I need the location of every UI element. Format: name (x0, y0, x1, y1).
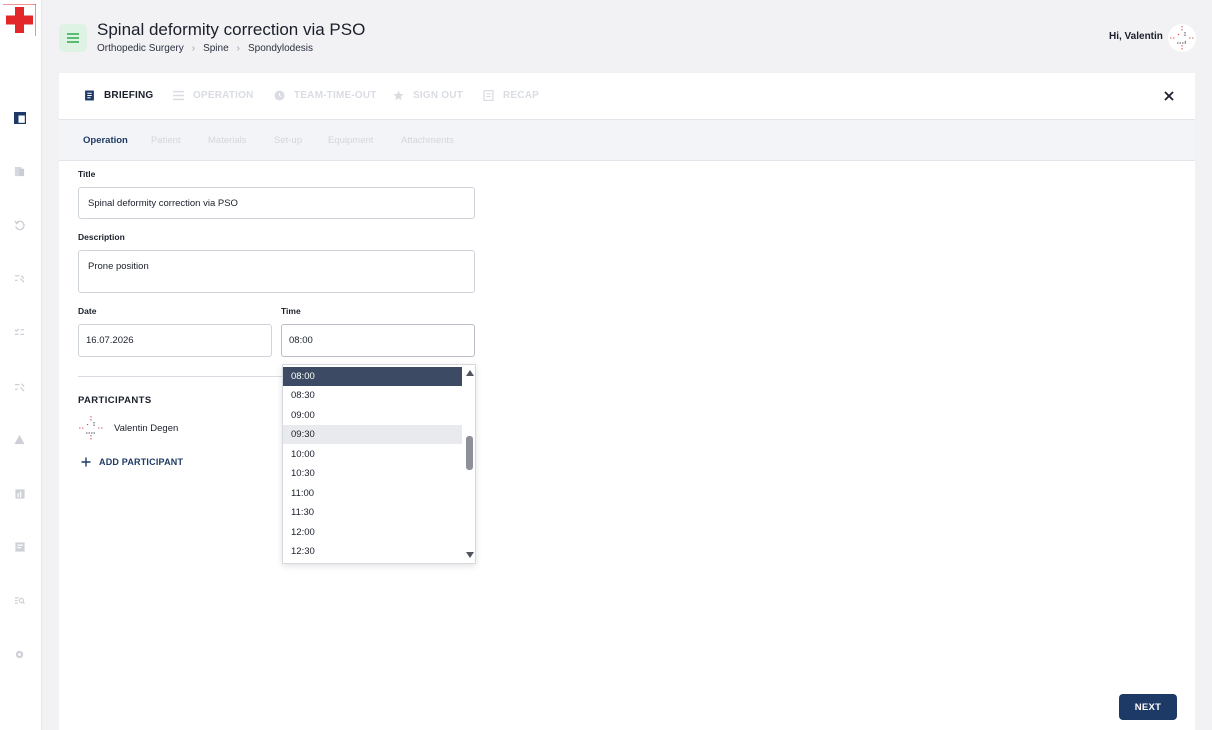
breadcrumb-item[interactable]: Spondylodesis (248, 43, 313, 54)
title-label: Title (78, 169, 96, 179)
date-field[interactable]: 16.07.2026 (78, 324, 272, 357)
search-list-icon[interactable] (13, 594, 26, 607)
page-title: Spinal deformity correction via PSO (97, 20, 366, 39)
star-icon (393, 90, 404, 101)
timeout-icon (274, 90, 285, 101)
phase-label: TEAM-TIME-OUT (294, 90, 377, 101)
time-option[interactable]: 09:00 (283, 406, 462, 425)
settings-icon[interactable] (13, 648, 26, 661)
phase-label: SIGN OUT (413, 90, 463, 101)
time-option[interactable]: 10:00 (283, 445, 462, 464)
time-option[interactable]: 11:00 (283, 484, 462, 503)
breadcrumb-item[interactable]: Spine (203, 43, 229, 54)
phase-label: RECAP (503, 90, 540, 101)
scroll-down-icon[interactable] (465, 551, 475, 559)
tab-attachments[interactable]: Attachments (401, 135, 454, 146)
phase-label: BRIEFING (104, 90, 154, 101)
add-participant-button[interactable]: ADD PARTICIPANT (81, 457, 183, 467)
operation-icon (173, 90, 184, 101)
chevron-right-icon: › (236, 43, 240, 54)
tab-operation[interactable]: Operation (83, 135, 128, 146)
warning-icon[interactable] (13, 433, 26, 446)
time-option[interactable]: 08:30 (283, 386, 462, 405)
plus-icon (81, 457, 91, 467)
participant-name: Valentin Degen (114, 422, 179, 434)
menu-button[interactable] (59, 24, 87, 52)
history-icon[interactable] (13, 219, 26, 232)
time-dropdown-list[interactable]: 08:00 08:30 09:00 09:30 10:00 10:30 11:0… (282, 364, 476, 564)
sub-tabs: Operation Patient Materials Set-up Equip… (59, 120, 1195, 161)
phase-tabs: BRIEFING OPERATION TEAM-TIME-OUT SIGN OU… (59, 73, 1195, 120)
time-label: Time (281, 306, 301, 316)
participant-item: Valentin Degen (78, 415, 178, 441)
time-option[interactable]: 08:00 (283, 367, 462, 386)
phase-tab-sign-out[interactable]: SIGN OUT (393, 90, 463, 101)
phase-tab-team-time-out[interactable]: TEAM-TIME-OUT (274, 90, 377, 101)
description-label: Description (78, 232, 125, 242)
avatar (78, 415, 104, 441)
date-label: Date (78, 306, 97, 316)
sidebar (0, 0, 42, 730)
scrollbar-thumb[interactable] (466, 436, 473, 470)
avatar[interactable] (1168, 24, 1196, 52)
time-field[interactable]: 08:00 (281, 324, 475, 357)
briefing-card: BRIEFING OPERATION TEAM-TIME-OUT SIGN OU… (59, 73, 1195, 730)
reports-icon[interactable] (13, 487, 26, 500)
time-option[interactable]: 10:30 (283, 464, 462, 483)
user-greeting: Hi, Valentin (1109, 31, 1163, 42)
checklist-icon[interactable] (13, 326, 26, 339)
steps-icon[interactable] (13, 380, 26, 393)
red-cross-logo (3, 4, 36, 36)
phase-tab-briefing[interactable]: BRIEFING (84, 90, 153, 101)
time-option[interactable]: 12:30 (283, 542, 462, 561)
tab-materials[interactable]: Materials (208, 135, 247, 146)
time-option[interactable]: 09:30 (283, 425, 462, 444)
tab-patient[interactable]: Patient (151, 135, 181, 146)
breadcrumb: Orthopedic Surgery › Spine › Spondylodes… (97, 43, 313, 54)
description-field[interactable]: Prone position (78, 250, 475, 293)
scroll-up-icon[interactable] (465, 369, 475, 377)
dashboard-icon[interactable] (13, 111, 26, 124)
tab-equipment[interactable]: Equipment (328, 135, 373, 146)
library-icon[interactable] (13, 165, 26, 178)
add-participant-label: ADD PARTICIPANT (99, 457, 184, 467)
time-option[interactable]: 12:00 (283, 523, 462, 542)
board-icon[interactable] (13, 540, 26, 553)
workflow-icon[interactable] (13, 272, 26, 285)
participants-title: PARTICIPANTS (78, 395, 152, 406)
chevron-right-icon: › (191, 43, 196, 54)
recap-icon (483, 90, 494, 101)
title-field[interactable]: Spinal deformity correction via PSO (78, 187, 475, 219)
time-option[interactable]: 11:30 (283, 503, 462, 522)
close-icon[interactable] (1162, 89, 1176, 103)
section-divider (78, 376, 282, 377)
phase-tab-operation[interactable]: OPERATION (173, 90, 254, 101)
phase-tab-recap[interactable]: RECAP (483, 90, 539, 101)
phase-label: OPERATION (193, 90, 254, 101)
breadcrumb-item[interactable]: Orthopedic Surgery (97, 43, 184, 54)
hamburger-icon (67, 33, 79, 43)
next-button[interactable]: NEXT (1119, 694, 1177, 720)
tab-set-up[interactable]: Set-up (274, 135, 302, 146)
briefing-icon (85, 90, 94, 101)
